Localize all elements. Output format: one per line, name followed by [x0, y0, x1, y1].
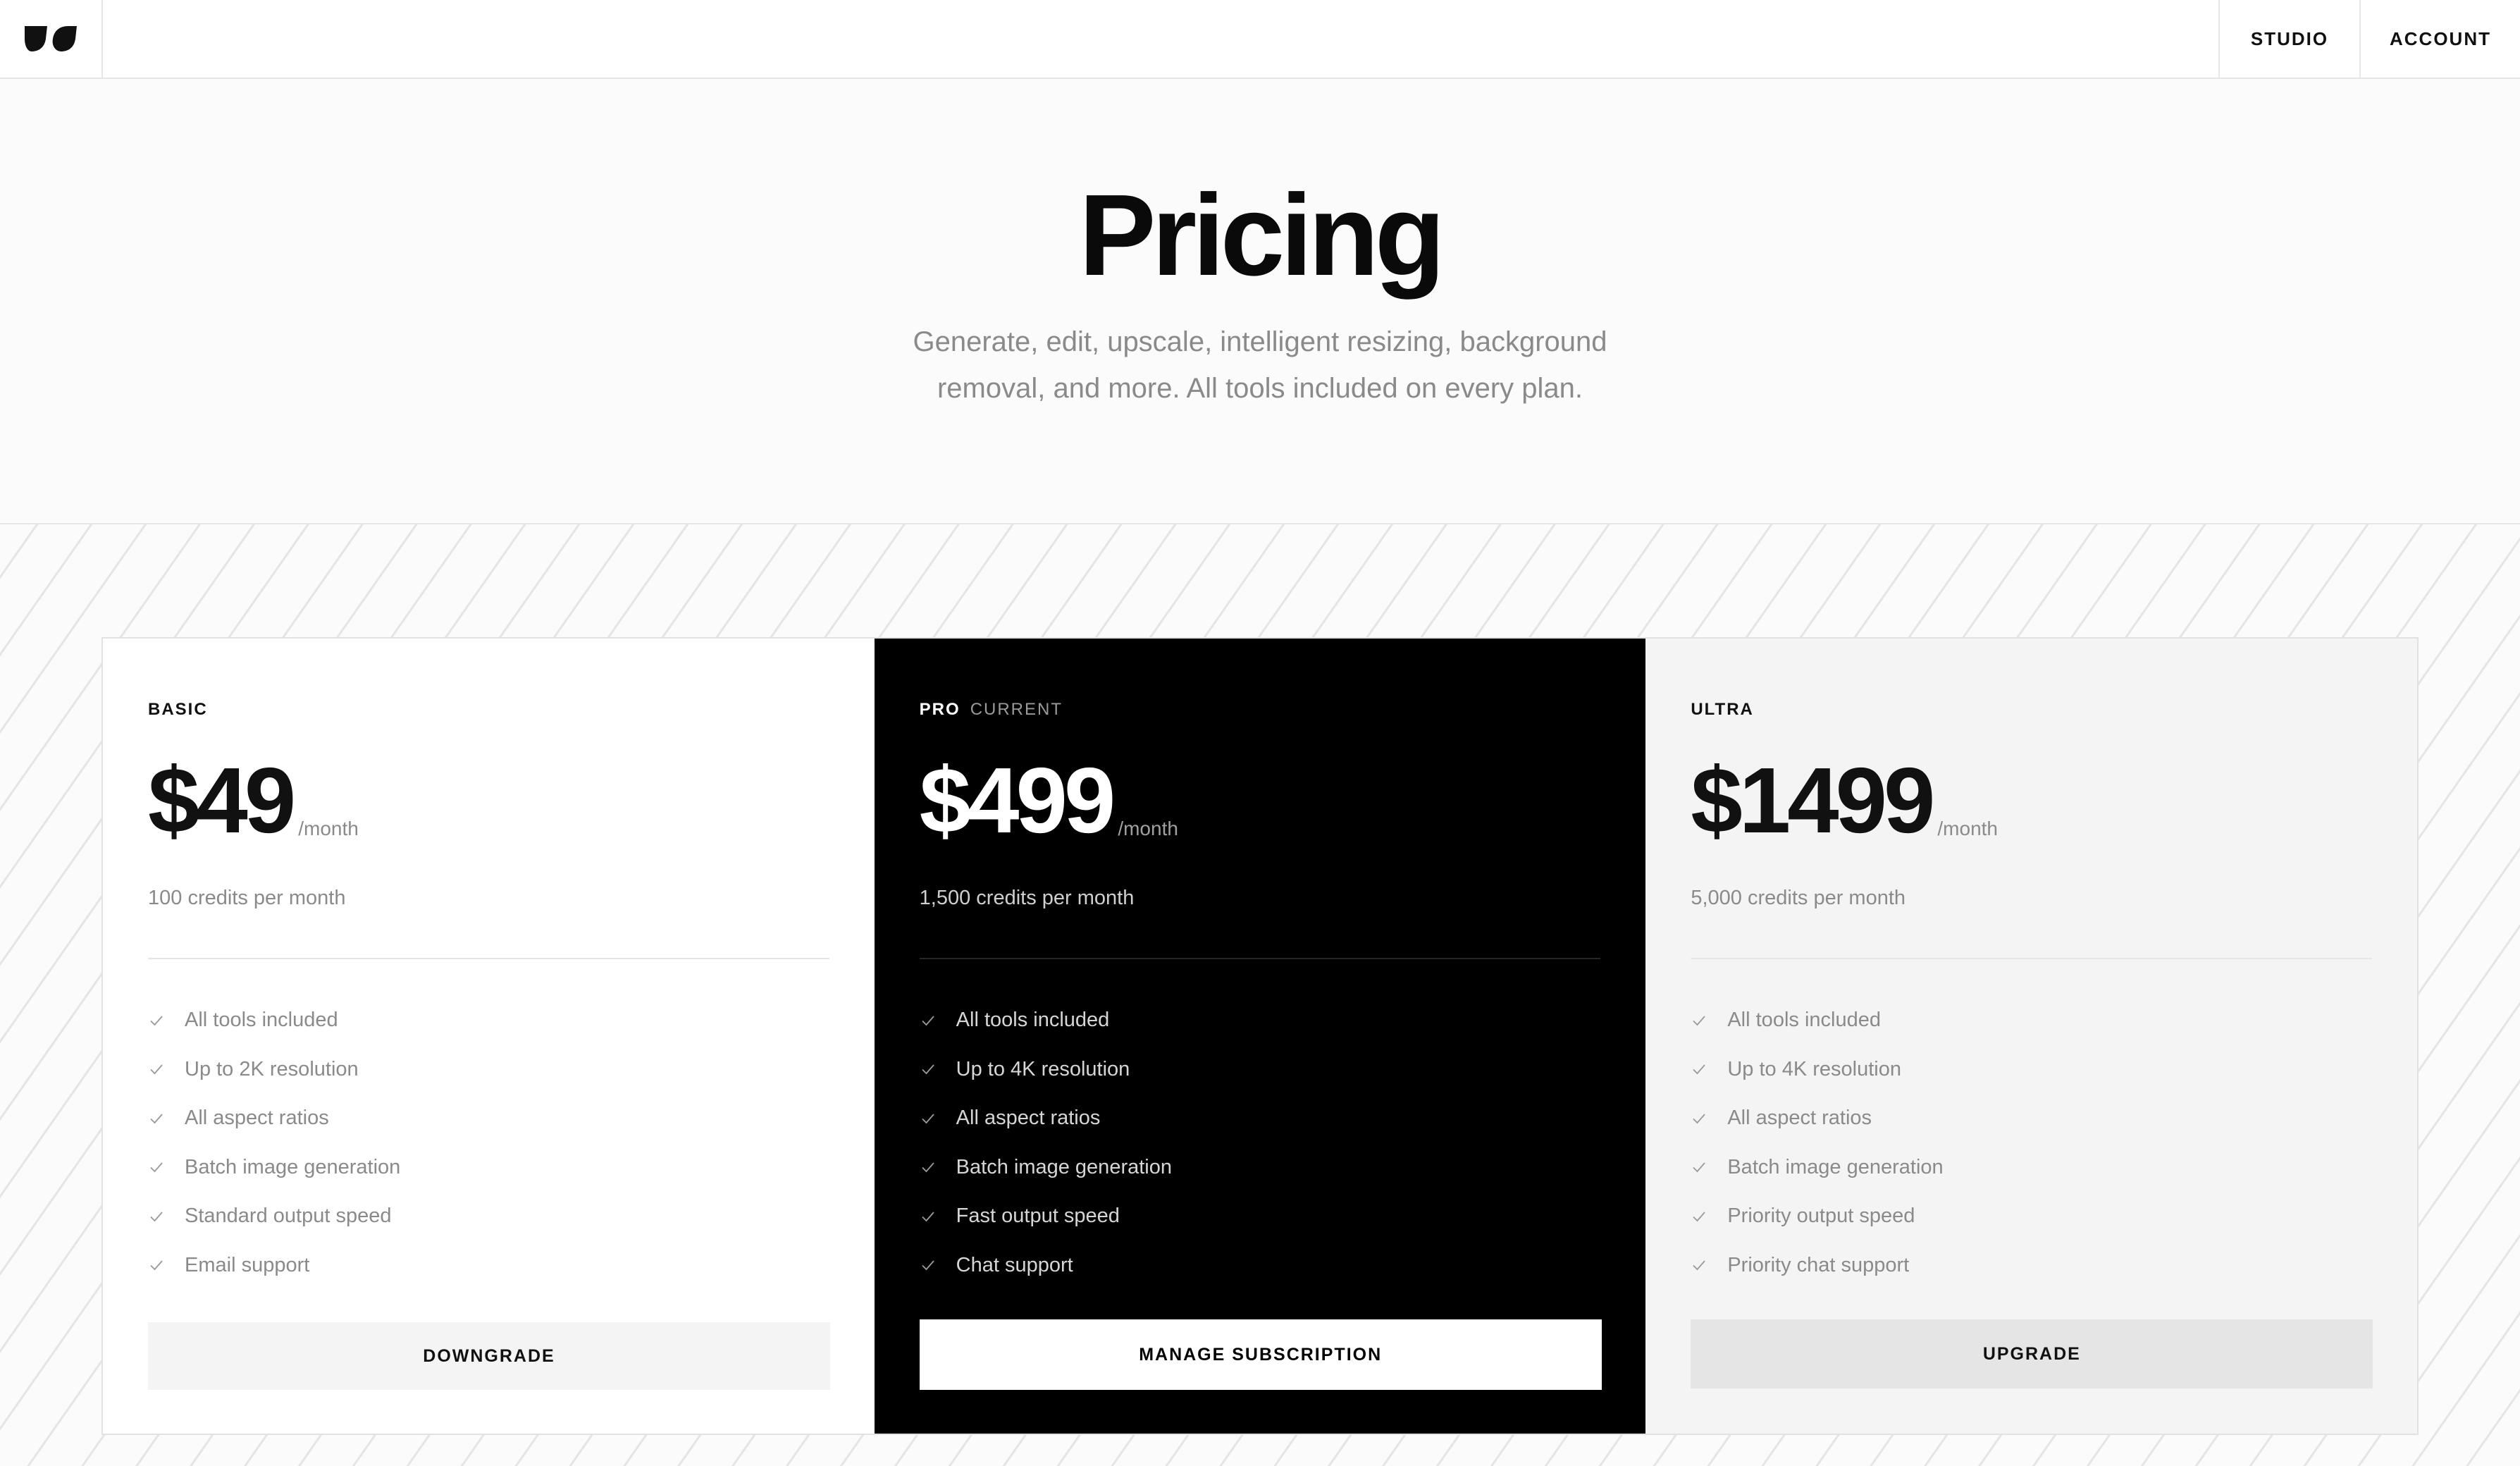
current-plan-badge: CURRENT: [970, 700, 1063, 719]
plan-name-label: PRO: [919, 700, 961, 719]
plan-card-basic: BASIC $49 /month 100 credits per month A…: [103, 639, 875, 1434]
feature-item: Email support: [148, 1241, 829, 1291]
feature-item: All tools included: [920, 996, 1601, 1045]
feature-list: All tools included Up to 2K resolution A…: [148, 996, 829, 1290]
plan-name-label: ULTRA: [1691, 700, 1754, 719]
check-icon: [150, 1016, 163, 1026]
plan-name: PRO CURRENT: [920, 699, 1601, 720]
plan-card-pro: PRO CURRENT $499 /month 1,500 credits per…: [874, 639, 1646, 1434]
plan-period: /month: [1118, 818, 1178, 839]
plan-price: $49: [148, 749, 296, 852]
check-icon: [1693, 1162, 1706, 1173]
divider: [148, 958, 829, 959]
price-row: $1499 /month: [1691, 749, 2372, 852]
plan-period: /month: [1937, 818, 1999, 839]
feature-item: All aspect ratios: [148, 1094, 829, 1143]
pricing-cards: BASIC $49 /month 100 credits per month A…: [101, 637, 2419, 1435]
feature-item: Fast output speed: [920, 1192, 1601, 1241]
plan-credits: 1,500 credits per month: [919, 887, 1135, 909]
upgrade-button[interactable]: UPGRADE: [1691, 1319, 2373, 1388]
price-row: $499 /month: [919, 749, 1601, 852]
plan-price: $1499: [1691, 749, 1935, 852]
check-icon: [1693, 1260, 1706, 1271]
feature-item: Batch image generation: [920, 1143, 1601, 1193]
plan-credits: 5,000 credits per month: [1691, 887, 1906, 909]
feature-item: Batch image generation: [1691, 1143, 2372, 1193]
feature-item: All aspect ratios: [920, 1094, 1601, 1143]
feature-list: All tools included Up to 4K resolution A…: [1691, 996, 2372, 1290]
check-icon: [150, 1064, 163, 1075]
check-icon: [922, 1162, 934, 1173]
page-title: Pricing: [1079, 171, 1445, 300]
feature-item: Priority output speed: [1691, 1192, 2372, 1241]
check-icon: [150, 1114, 163, 1124]
plan-name-label: BASIC: [148, 700, 208, 719]
check-icon: [150, 1162, 163, 1173]
feature-item: Standard output speed: [148, 1192, 829, 1241]
divider: [919, 958, 1601, 959]
plan-card-ultra: ULTRA $1499 /month 5,000 credits per mon…: [1645, 639, 2418, 1434]
feature-item: Up to 4K resolution: [1691, 1045, 2372, 1095]
brand-logo-icon: [25, 26, 77, 51]
feature-item: Chat support: [920, 1241, 1601, 1291]
feature-item: Priority chat support: [1691, 1241, 2372, 1291]
feature-item: Up to 2K resolution: [148, 1045, 829, 1095]
check-icon: [922, 1016, 934, 1026]
plan-price: $499: [919, 749, 1116, 852]
nav-studio-link[interactable]: STUDIO: [2218, 0, 2359, 78]
check-icon: [922, 1212, 934, 1222]
check-icon: [150, 1260, 163, 1271]
page-subtitle: Generate, edit, upscale, intelligent res…: [913, 326, 1607, 404]
downgrade-button[interactable]: DOWNGRADE: [148, 1322, 830, 1390]
price-row: $49 /month: [148, 749, 829, 852]
check-icon: [922, 1114, 934, 1124]
check-icon: [1693, 1114, 1706, 1124]
plan-period: /month: [298, 818, 359, 839]
feature-item: All aspect ratios: [1691, 1094, 2372, 1143]
pricing-hero: Pricing Generate, edit, upscale, intelli…: [0, 79, 2520, 524]
feature-item: All tools included: [148, 996, 829, 1045]
check-icon: [922, 1260, 934, 1271]
check-icon: [1693, 1064, 1706, 1075]
check-icon: [1693, 1016, 1706, 1026]
feature-item: All tools included: [1691, 996, 2372, 1045]
feature-item: Batch image generation: [148, 1143, 829, 1193]
plan-credits: 100 credits per month: [148, 887, 346, 909]
plan-name: BASIC: [148, 699, 829, 720]
brand-logo[interactable]: [0, 0, 103, 78]
manage-subscription-button[interactable]: MANAGE SUBSCRIPTION: [919, 1319, 1602, 1390]
plan-name: ULTRA: [1691, 699, 2372, 720]
check-icon: [1693, 1212, 1706, 1222]
check-icon: [150, 1212, 163, 1222]
check-icon: [922, 1064, 934, 1075]
feature-item: Up to 4K resolution: [920, 1045, 1601, 1095]
divider: [1691, 958, 2373, 959]
feature-list: All tools included Up to 4K resolution A…: [920, 996, 1601, 1290]
top-navigation-bar: STUDIO ACCOUNT: [0, 0, 2520, 79]
nav-account-link[interactable]: ACCOUNT: [2359, 0, 2520, 78]
